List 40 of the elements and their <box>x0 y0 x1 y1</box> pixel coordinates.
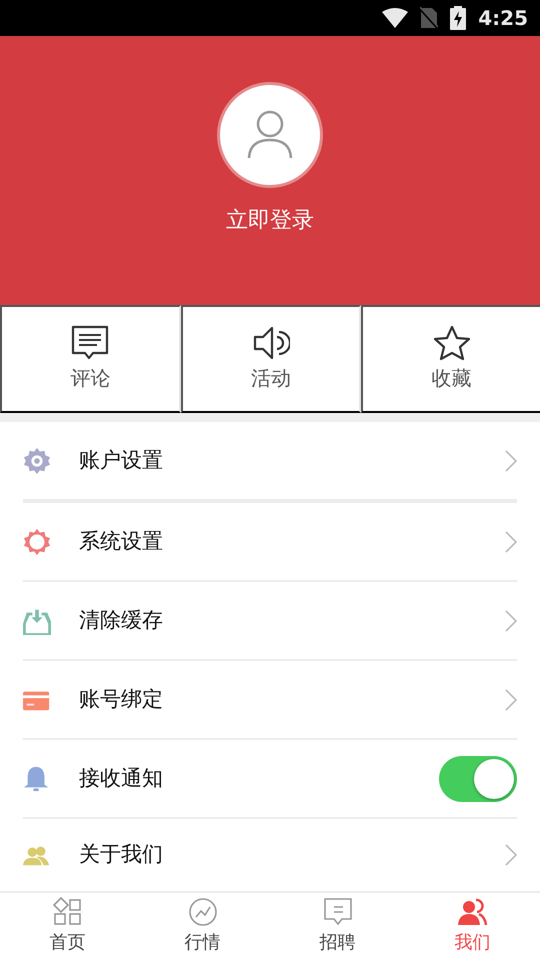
tab-item[interactable]: 我们 <box>405 893 540 960</box>
tab-item[interactable]: 招聘 <box>270 893 405 960</box>
menu-label: 清除缓存 <box>79 606 164 634</box>
menu-item[interactable]: 账户设置 <box>23 422 517 503</box>
quick-action-button[interactable]: 评论 <box>0 305 181 413</box>
menu-item[interactable]: 关于我们 <box>23 819 517 891</box>
login-link[interactable]: 立即登录 <box>226 204 314 237</box>
quick-action-button[interactable]: 收藏 <box>361 305 540 413</box>
menu-label: 接收通知 <box>79 764 164 792</box>
menu-label: 关于我们 <box>79 841 164 868</box>
person-icon <box>246 110 294 160</box>
notification-toggle[interactable] <box>439 756 517 802</box>
speaker-icon <box>252 325 290 361</box>
battery-charging-icon <box>450 6 466 30</box>
quick-action-button[interactable]: 活动 <box>180 305 362 413</box>
gear-icon <box>23 526 51 556</box>
message-icon <box>322 897 352 927</box>
menu-label: 系统设置 <box>79 528 164 555</box>
menu-item[interactable]: 清除缓存 <box>23 582 517 661</box>
tab-item[interactable]: 首页 <box>0 893 135 960</box>
wifi-icon <box>382 8 408 28</box>
tab-item[interactable]: 行情 <box>135 893 270 960</box>
menu-item[interactable]: 系统设置 <box>23 503 517 582</box>
status-time: 4:25 <box>478 5 528 32</box>
chevron-right-icon <box>505 450 517 472</box>
menu-item[interactable]: 接收通知 <box>23 740 517 819</box>
people-icon <box>458 897 488 927</box>
chevron-right-icon <box>505 844 517 866</box>
chevron-right-icon <box>505 610 517 632</box>
grid-icon <box>52 897 82 927</box>
comment-icon <box>71 325 110 361</box>
chart-circle-icon <box>188 897 218 927</box>
menu-label: 账号绑定 <box>79 686 164 713</box>
menu-item[interactable]: 账号绑定 <box>23 661 517 740</box>
star-icon <box>432 325 471 361</box>
no-sim-icon <box>420 7 438 29</box>
gear-icon <box>23 446 51 476</box>
chevron-right-icon <box>505 688 517 710</box>
menu-label: 账户设置 <box>79 446 164 474</box>
chevron-right-icon <box>505 530 517 552</box>
